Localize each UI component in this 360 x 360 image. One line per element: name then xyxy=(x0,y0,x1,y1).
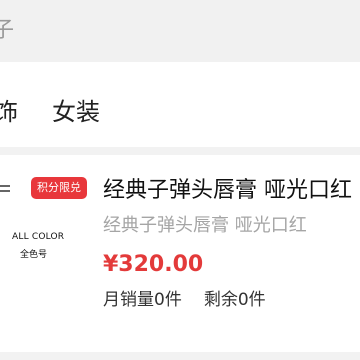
stock-remaining: 剩余0件 xyxy=(203,290,266,310)
search-input-text[interactable]: 子 xyxy=(0,14,14,48)
thumbnail-caption-en: ALL COLOR xyxy=(12,232,65,242)
tab-category-womens-clothing[interactable]: 女装 xyxy=(52,92,100,132)
product-meta: 月销量0件 剩余0件 xyxy=(103,287,266,313)
card-bottom-divider xyxy=(0,352,360,360)
product-image-fragment xyxy=(0,185,10,187)
product-subtitle: 经典子弹头唇膏 哑光口红 xyxy=(103,215,307,236)
product-title[interactable]: 经典子弹头唇膏 哑光口红 xyxy=(103,175,360,207)
points-redeem-badge: 积分限兑 xyxy=(31,177,87,199)
category-tabs: 饰 女装 xyxy=(0,62,360,152)
monthly-sales: 月销量0件 xyxy=(103,290,182,310)
tab-category-accessories[interactable]: 饰 xyxy=(0,92,18,132)
thumbnail-caption-zh: 全色号 xyxy=(20,250,48,260)
product-price: ¥320.00 xyxy=(103,252,204,277)
search-bar[interactable]: 子 xyxy=(0,0,360,62)
product-thumbnail[interactable]: 积分限兑 ALL COLOR 全色号 xyxy=(0,155,92,315)
product-card[interactable]: 积分限兑 ALL COLOR 全色号 经典子弹头唇膏 哑光口红 经典子弹头唇膏 … xyxy=(0,155,360,360)
section-divider xyxy=(0,147,360,155)
